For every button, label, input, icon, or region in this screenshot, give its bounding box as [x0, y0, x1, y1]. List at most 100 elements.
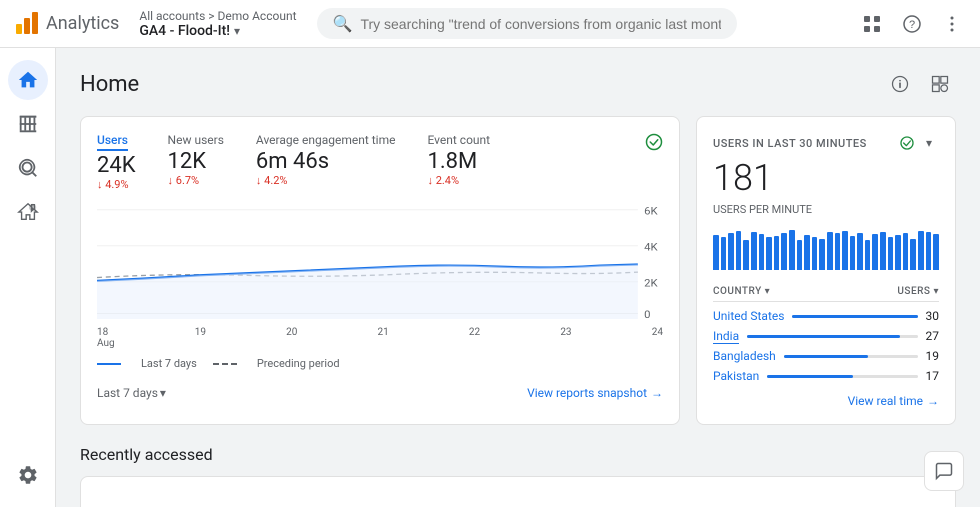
country-name-us[interactable]: United States	[713, 309, 784, 323]
sidebar-item-advertising[interactable]	[8, 192, 48, 232]
metric-newusers-label: New users	[168, 133, 224, 147]
country-row-bd: Bangladesh 19	[713, 346, 939, 366]
bar-chart-bar	[888, 237, 894, 270]
country-bar-pk	[767, 375, 917, 378]
bar-chart-bar	[910, 239, 916, 270]
metric-users: Users 24K ↓ 4.9%	[97, 133, 136, 191]
search-bar[interactable]: 🔍	[317, 8, 737, 39]
help-icon[interactable]: ?	[896, 8, 928, 40]
bar-chart-bar	[850, 236, 856, 270]
view-realtime-link[interactable]: View real time →	[713, 394, 939, 408]
property-selector[interactable]: All accounts > Demo Account GA4 - Flood-…	[139, 9, 296, 39]
metric-events-value: 1.8M	[427, 149, 490, 174]
realtime-menu-icon[interactable]: ▾	[919, 133, 939, 153]
bar-chart-bar	[751, 232, 757, 270]
app-title: Analytics	[46, 13, 119, 34]
sidebar-item-explore[interactable]	[8, 148, 48, 188]
time-selector-label: Last 7 days	[97, 386, 158, 400]
bar-chart-bar	[736, 231, 742, 270]
chart-x-labels: 18Aug 19 20 21 22 23 24	[97, 327, 663, 349]
country-table-header: COUNTRY ▾ USERS ▾	[713, 282, 939, 302]
bar-chart-bar	[743, 240, 749, 270]
chat-button[interactable]	[924, 451, 964, 491]
metric-users-change: ↓ 4.9%	[97, 178, 136, 191]
chevron-down-icon: ▾	[234, 24, 240, 38]
bar-chart-bar	[721, 237, 727, 270]
country-count-bd: 19	[926, 349, 940, 363]
breadcrumb: All accounts > Demo Account	[139, 9, 296, 23]
bar-chart-bar	[842, 231, 848, 270]
sidebar-item-reports[interactable]	[8, 104, 48, 144]
country-name-pk[interactable]: Pakistan	[713, 369, 759, 383]
metrics-row: Users 24K ↓ 4.9% New users 12K ↓ 6.7% Av…	[97, 133, 645, 191]
svg-text:4K: 4K	[644, 241, 658, 253]
bar-chart-bar	[774, 236, 780, 270]
country-bar-in	[747, 335, 917, 338]
country-row-in: India 27	[713, 326, 939, 346]
more-options-icon[interactable]	[936, 8, 968, 40]
bar-chart-bar	[789, 230, 795, 270]
legend-current-line	[97, 363, 121, 365]
legend-prev-line	[213, 363, 237, 365]
realtime-count: 181	[713, 157, 939, 199]
bar-chart-bar	[933, 234, 939, 270]
time-selector[interactable]: Last 7 days ▾	[97, 386, 166, 400]
country-count-in: 27	[926, 329, 940, 343]
line-chart: 6K 4K 2K 0	[97, 199, 663, 319]
users-col-header[interactable]: USERS ▾	[897, 286, 939, 297]
page-header-actions	[884, 68, 956, 100]
country-name-bd[interactable]: Bangladesh	[713, 349, 776, 363]
svg-text:6K: 6K	[644, 205, 658, 217]
realtime-subtitle: USERS PER MINUTE	[713, 203, 939, 216]
metric-engagement: Average engagement time 6m 46s ↓ 4.2%	[256, 133, 396, 191]
sidebar-item-settings[interactable]	[8, 455, 48, 495]
realtime-card: USERS IN LAST 30 MINUTES ▾ 181 USERS PER…	[696, 116, 956, 425]
apps-icon[interactable]	[856, 8, 888, 40]
bar-chart-bar	[857, 233, 863, 270]
customize-icon[interactable]	[924, 68, 956, 100]
realtime-check-icon	[899, 135, 915, 151]
stats-card: Users 24K ↓ 4.9% New users 12K ↓ 6.7% Av…	[80, 116, 680, 425]
analytics-logo-icon	[12, 10, 40, 38]
metric-engagement-label: Average engagement time	[256, 133, 396, 147]
recently-accessed-empty: Reports and pages that you've recently v…	[80, 476, 956, 507]
check-mark	[645, 133, 663, 155]
bar-chart-bar	[827, 232, 833, 270]
metric-engagement-change: ↓ 4.2%	[256, 174, 396, 187]
main-content: Home Users 24K ↓ 4.9% New	[56, 48, 980, 507]
users-per-minute-chart	[713, 226, 939, 270]
bar-chart-bar	[835, 233, 841, 270]
country-col-header[interactable]: COUNTRY ▾	[713, 286, 770, 297]
metric-engagement-value: 6m 46s	[256, 149, 396, 174]
page-header: Home	[80, 68, 956, 100]
country-name-in[interactable]: India	[713, 329, 739, 343]
metric-newusers-value: 12K	[168, 149, 224, 174]
chart-legend: Last 7 days Preceding period	[97, 357, 663, 370]
bar-chart-bar	[766, 237, 772, 270]
sidebar-item-home[interactable]	[8, 60, 48, 100]
bar-chart-bar	[804, 235, 810, 270]
legend-current-label: Last 7 days	[141, 357, 197, 370]
stat-header: Users 24K ↓ 4.9% New users 12K ↓ 6.7% Av…	[97, 133, 663, 191]
metric-events: Event count 1.8M ↓ 2.4%	[427, 133, 490, 191]
metric-users-label: Users	[97, 133, 128, 151]
country-row-pk: Pakistan 17	[713, 366, 939, 386]
bar-chart-bar	[812, 237, 818, 270]
bar-chart-bar	[895, 235, 901, 270]
property-name[interactable]: GA4 - Flood-It! ▾	[139, 23, 296, 39]
country-row-us: United States 30	[713, 306, 939, 326]
recently-accessed-title: Recently accessed	[80, 445, 956, 464]
svg-text:0: 0	[644, 309, 650, 319]
bar-chart-bar	[728, 233, 734, 270]
metric-newusers: New users 12K ↓ 6.7%	[168, 133, 224, 191]
insights-icon[interactable]	[884, 68, 916, 100]
view-reports-link[interactable]: View reports snapshot →	[527, 386, 663, 400]
bar-chart-bar	[713, 235, 719, 270]
bar-chart-bar	[759, 234, 765, 270]
chevron-down-icon: ▾	[160, 386, 166, 400]
country-count-pk: 17	[926, 369, 940, 383]
bar-chart-bar	[918, 231, 924, 270]
metric-users-value: 24K	[97, 153, 136, 178]
search-input[interactable]	[360, 16, 720, 32]
svg-text:2K: 2K	[644, 277, 658, 289]
